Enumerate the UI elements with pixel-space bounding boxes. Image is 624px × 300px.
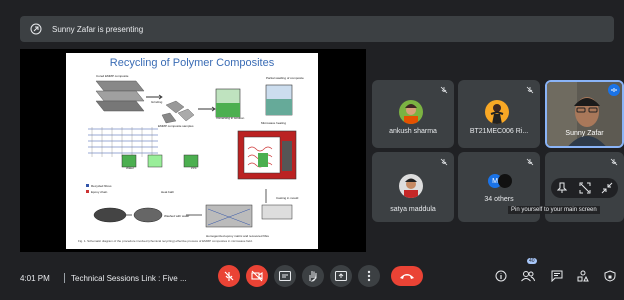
label-partial: Partial swelling of composite [266,76,304,80]
label-ground: EMMP composite samples [158,124,194,128]
speaking-indicator-icon [608,84,620,96]
avatar [485,100,509,124]
participant-tile-ankush[interactable]: ankush sharma [372,80,454,148]
participant-name: Sunny Zafar [565,130,604,137]
call-end-icon [400,274,414,279]
pin-tooltip: Pin yourself to your main screen [508,206,600,214]
frame-off-icon[interactable] [579,182,591,194]
raise-hand-button[interactable] [302,265,324,287]
mic-off-icon [224,271,234,281]
slide-caption: Fig. 1. Schematic diagram of the procedu… [78,239,253,243]
captions-button[interactable] [274,265,296,287]
slide-title: Recycling of Polymer Composites [109,57,275,69]
captions-icon [279,271,291,281]
label-washed: Washed with water [164,214,189,218]
meeting-title: Technical Sessions Link : Five ... [71,274,187,283]
activities-button[interactable] [575,268,591,284]
slide-diagram: Cured EMMP composite Grinding Partial sw… [86,74,304,238]
mic-off-icon [440,158,448,166]
label-grinding: Grinding [151,100,163,104]
more-vert-icon [367,270,371,282]
chat-button[interactable] [549,268,565,284]
label-microwave: Microwave heating [261,121,286,125]
participant-name: satya maddula [390,206,436,213]
present-button[interactable] [330,265,352,287]
camera-toggle-button[interactable] [246,265,268,287]
mic-off-icon [526,158,534,166]
hand-icon [309,271,317,282]
avatar [399,174,423,198]
mic-off-icon [440,86,448,94]
avatar [498,174,512,188]
clock: 4:01 PM [20,274,50,283]
more-options-button[interactable] [358,265,380,287]
presenting-banner: Sunny Zafar is presenting [20,16,614,42]
participant-name: 34 others [484,196,514,203]
shield-lock-icon [604,270,616,282]
host-controls-button[interactable] [602,268,618,284]
minimize-icon[interactable] [601,182,613,194]
meeting-details-button[interactable] [493,268,509,284]
presentation-slide: Recycling of Polymer Composites Cured EM… [66,53,318,249]
divider [64,273,65,283]
info-icon [495,270,507,282]
presenting-text: Sunny Zafar is presenting [52,24,144,34]
participant-name: ankush sharma [389,128,437,135]
pin-icon[interactable] [557,182,567,194]
mic-toggle-button[interactable] [218,265,240,287]
presentation-area: Recycling of Polymer Composites Cured EM… [20,49,366,252]
label-casting: Casting in mould [276,196,299,200]
mic-off-icon [526,86,534,94]
participant-name: BT21MEC006 Ri... [469,128,529,135]
mic-off-icon [610,158,618,166]
activities-icon [577,270,589,282]
present-icon [30,23,42,35]
people-count-badge: 40 [527,258,537,264]
people-button[interactable] [520,268,536,284]
label-cured: Cured EMMP composite [96,74,129,78]
participant-tile-bt21[interactable]: BT21MEC006 Ri... [458,80,540,148]
leave-call-button[interactable] [391,266,423,286]
chat-icon [551,270,563,282]
people-icon [521,271,535,282]
label-epoxy: Epoxy chain [91,190,108,194]
label-matrix: Homogenized epoxy matrix and recovered f… [206,234,269,238]
participant-tile-sunny[interactable]: Sunny Zafar [545,80,624,148]
label-fibre: Recycled fibres [91,184,112,188]
label-heat: Heat bath [161,190,174,194]
participant-tile-satya[interactable]: satya maddula [372,152,454,222]
avatar [399,100,423,124]
present-screen-icon [335,271,347,281]
camera-off-icon [251,270,263,282]
